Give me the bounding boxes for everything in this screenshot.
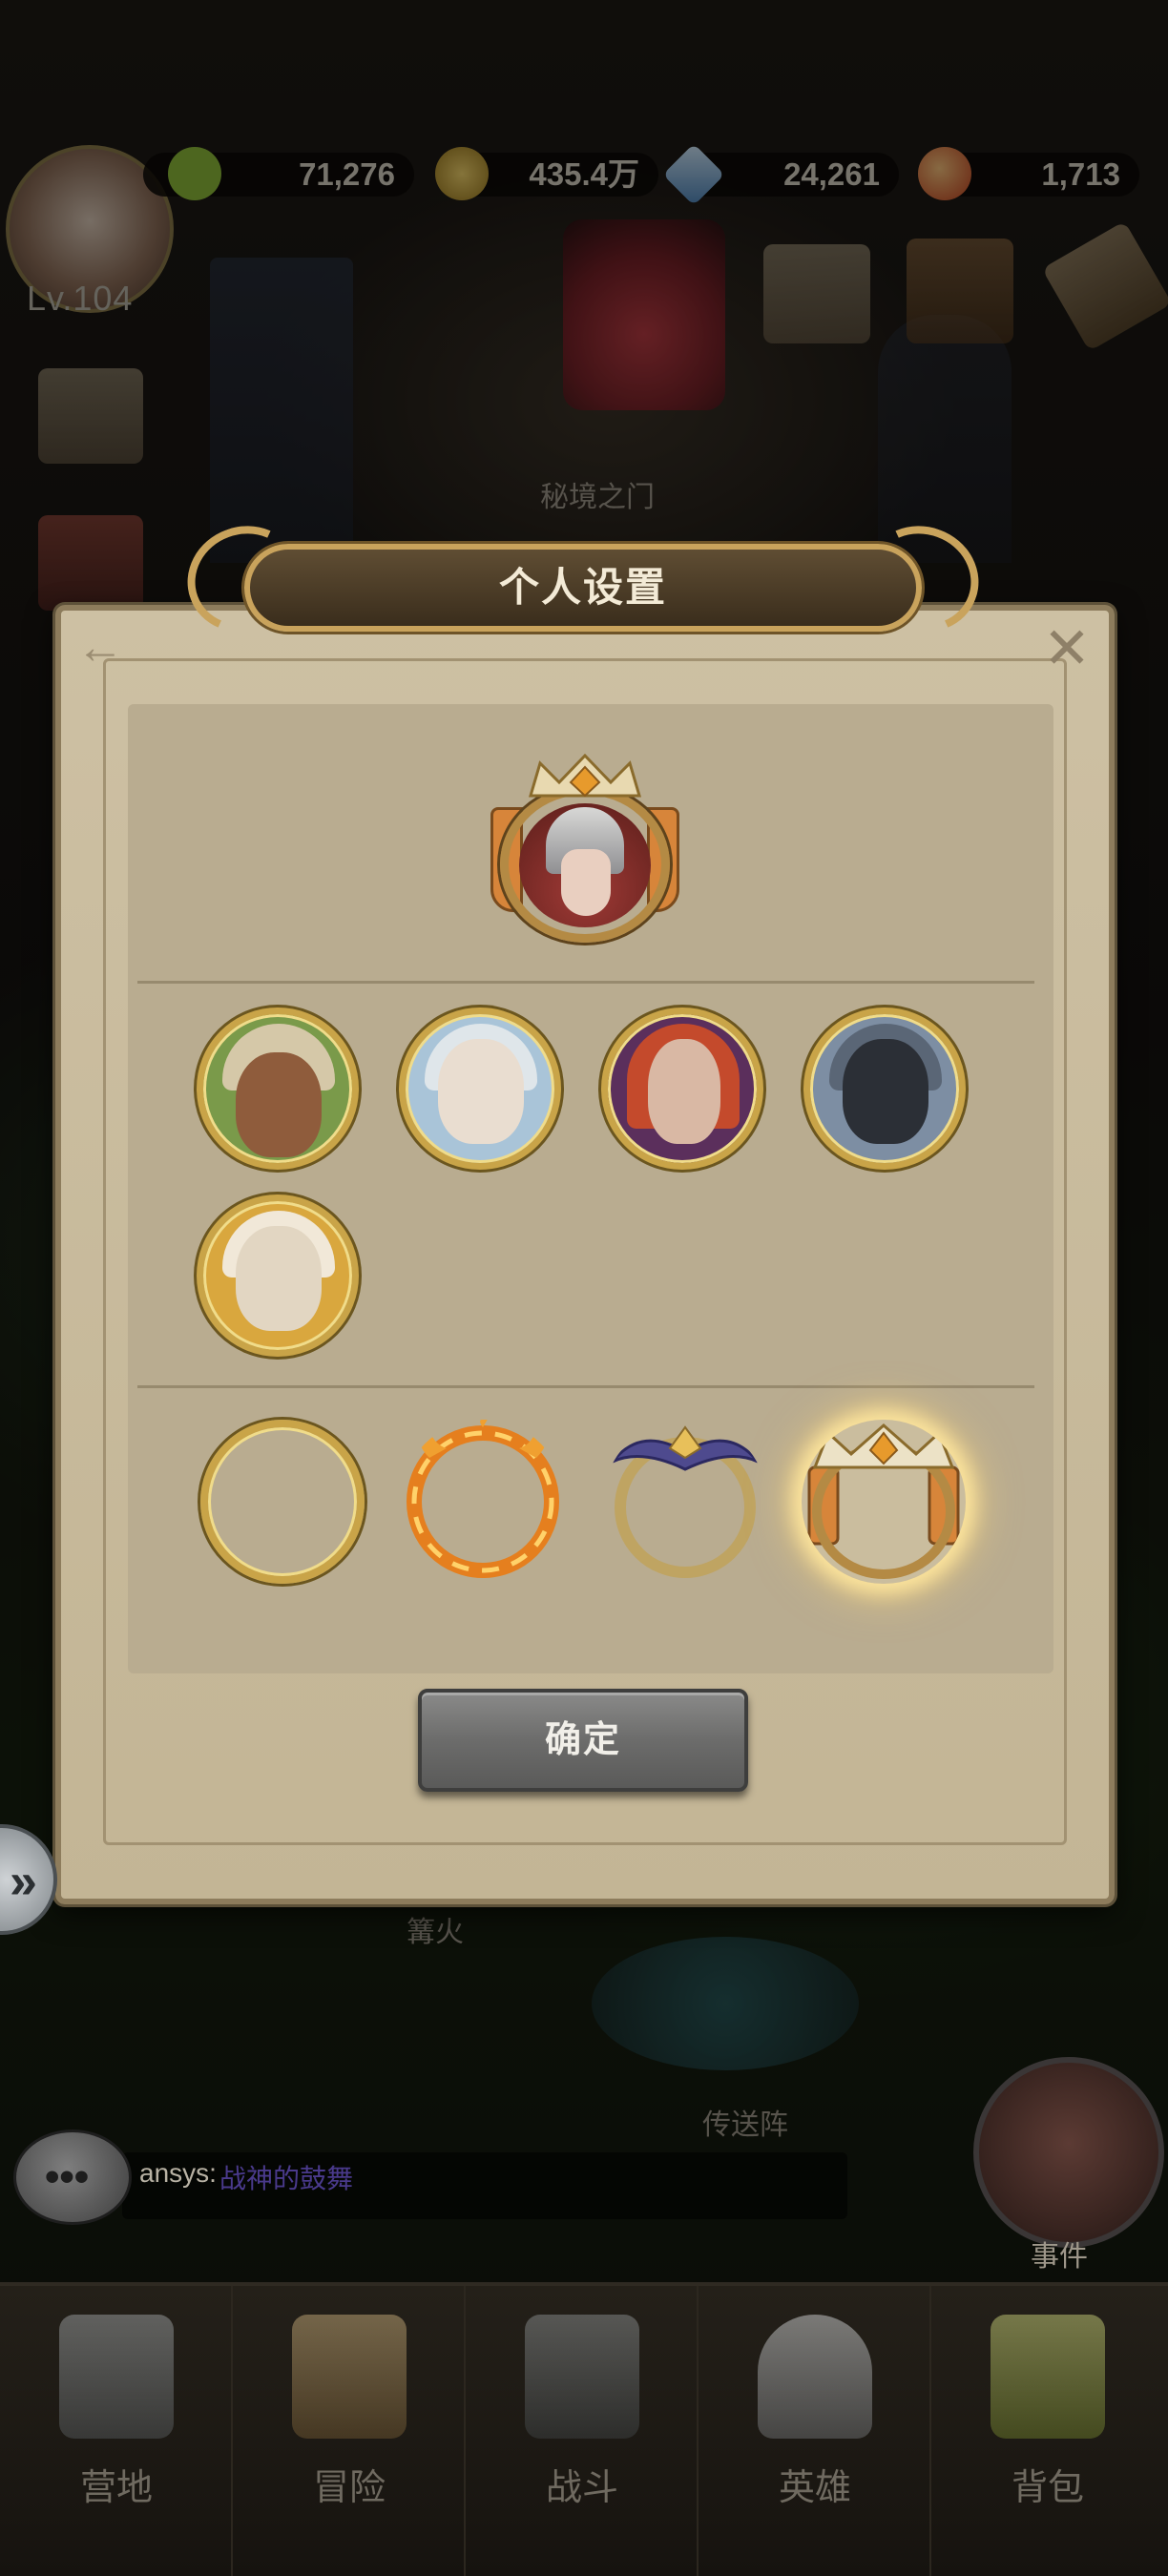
- divider: [137, 1385, 1034, 1388]
- avatar-option-masked-priestess[interactable]: [399, 1008, 561, 1170]
- visor: [843, 1039, 928, 1144]
- chat-message: 战神的鼓舞: [219, 2164, 354, 2193]
- frame-option-flame[interactable]: [401, 1420, 565, 1584]
- nav-item-bag[interactable]: 背包: [931, 2286, 1164, 2576]
- title-banner: 个人设置: [172, 509, 994, 649]
- avatar-option-red-haired-sorceress[interactable]: [601, 1008, 763, 1170]
- divider: [137, 981, 1034, 984]
- nav-label: 冒险: [312, 2468, 386, 2508]
- current-avatar-preview: [490, 754, 679, 945]
- visor: [236, 1226, 322, 1331]
- nav-label: 英雄: [778, 2468, 851, 2508]
- nav-item-heroes[interactable]: 英雄: [699, 2286, 931, 2576]
- chat-bubble-icon[interactable]: •••: [13, 2129, 132, 2225]
- close-icon[interactable]: ✕: [1040, 620, 1094, 677]
- double-chevron-right-icon: »: [10, 1854, 37, 1909]
- frame-option-winged-sapphire[interactable]: [603, 1420, 767, 1584]
- map-icon: [292, 2315, 407, 2439]
- nav-label: 背包: [1011, 2468, 1084, 2508]
- nav-label: 营地: [79, 2468, 153, 2508]
- frame-option-plain-gold[interactable]: [200, 1420, 365, 1584]
- selected-portrait: [519, 803, 651, 927]
- avatar-option-bearded-warrior[interactable]: [197, 1008, 359, 1170]
- face: [236, 1052, 322, 1157]
- confirm-button[interactable]: 确定: [418, 1689, 748, 1792]
- helmet-icon: [758, 2315, 872, 2439]
- face: [561, 849, 611, 916]
- nav-item-battle[interactable]: 战斗: [466, 2286, 699, 2576]
- dialog-title: 个人设置: [498, 565, 667, 610]
- nav-item-adventure[interactable]: 冒险: [233, 2286, 466, 2576]
- chat-sender: ansys:: [139, 2158, 217, 2188]
- bottom-nav: 营地 冒险 战斗 英雄 背包: [0, 2282, 1168, 2576]
- avatar-option-dark-knight[interactable]: [803, 1008, 966, 1170]
- camp-icon: [59, 2315, 174, 2439]
- event-label: 事件: [1031, 2241, 1088, 2273]
- crown-icon: [528, 754, 642, 798]
- frame-option-crowned-orange[interactable]: [802, 1420, 966, 1584]
- face: [648, 1039, 720, 1144]
- avatar-option-golden-paladin[interactable]: [197, 1195, 359, 1357]
- face: [438, 1039, 524, 1144]
- bag-icon: [991, 2315, 1105, 2439]
- nav-item-camp[interactable]: 营地: [0, 2286, 233, 2576]
- event-banner-icon[interactable]: [973, 2057, 1164, 2248]
- battle-shield-icon: [525, 2315, 639, 2439]
- back-arrow-icon[interactable]: ←: [76, 623, 130, 671]
- nav-label: 战斗: [545, 2468, 618, 2508]
